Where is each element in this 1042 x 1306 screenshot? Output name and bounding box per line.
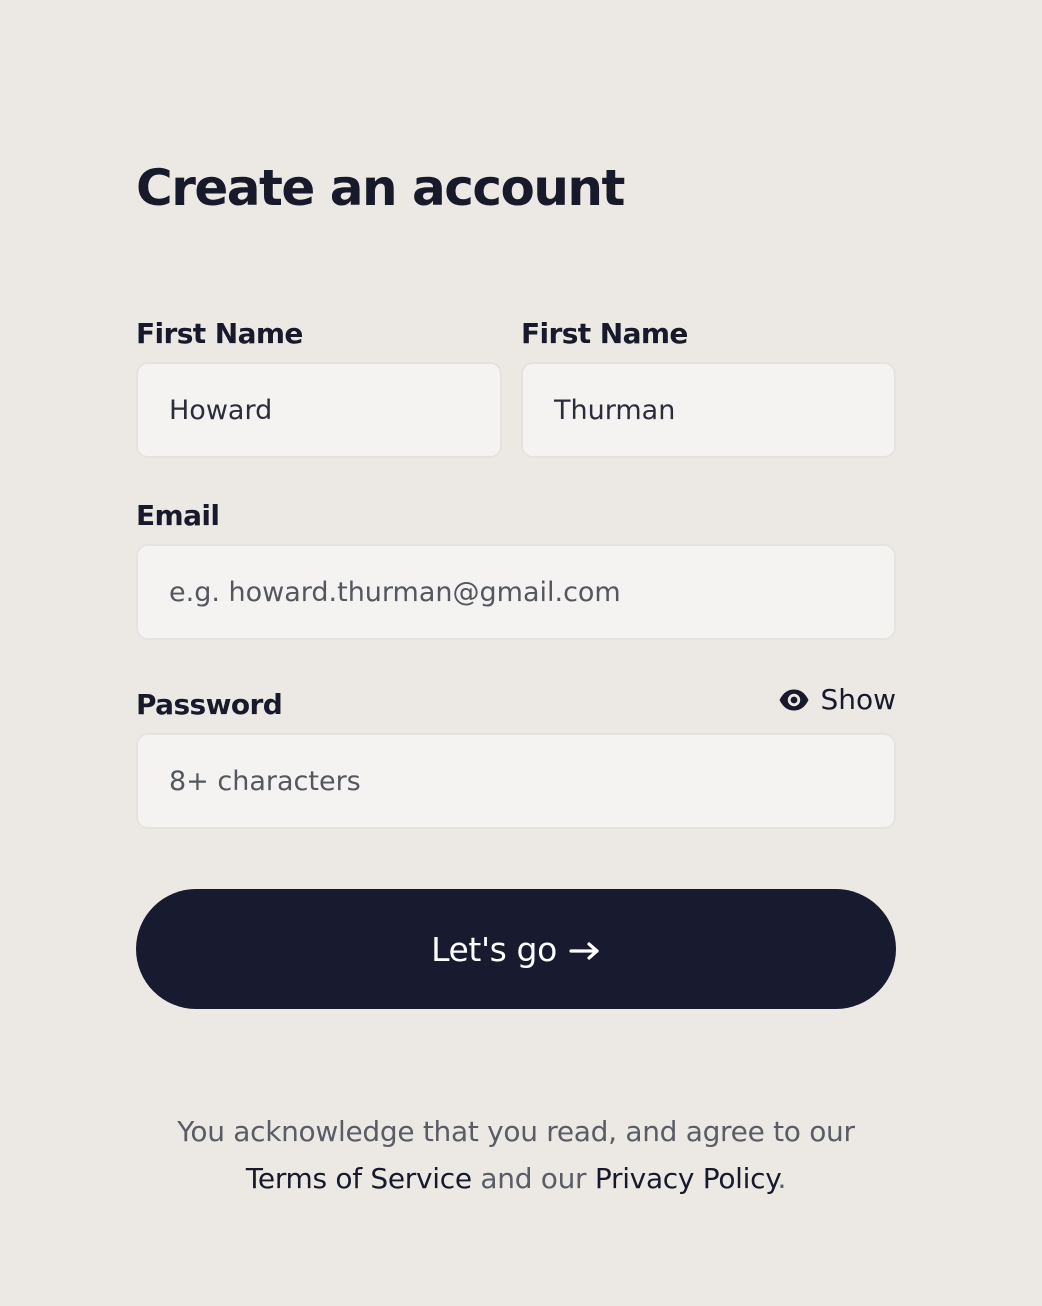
legal-text-middle: and our: [480, 1162, 587, 1195]
submit-button-label: Let's go: [431, 929, 557, 969]
password-label: Password: [136, 688, 283, 721]
page-title: Create an account: [136, 159, 625, 217]
email-field[interactable]: [136, 544, 896, 640]
last-name-field[interactable]: [521, 362, 896, 458]
privacy-policy-link[interactable]: Privacy Policy: [595, 1162, 778, 1195]
email-label: Email: [136, 499, 220, 532]
first-name-field[interactable]: [136, 362, 502, 458]
show-password-toggle[interactable]: Show: [778, 683, 896, 717]
eye-icon: [778, 688, 810, 712]
terms-of-service-link[interactable]: Terms of Service: [246, 1162, 472, 1195]
show-toggle-label: Show: [820, 683, 896, 716]
legal-notice: You acknowledge that you read, and agree…: [136, 1108, 896, 1202]
legal-text-after: .: [777, 1162, 787, 1195]
arrow-right-icon: [569, 930, 601, 969]
password-field[interactable]: [136, 733, 896, 829]
legal-text-before: You acknowledge that you read, and agree…: [177, 1115, 855, 1148]
submit-button[interactable]: Let's go: [136, 889, 896, 1009]
first-name-label: First Name: [136, 317, 303, 350]
last-name-label: First Name: [521, 317, 688, 350]
